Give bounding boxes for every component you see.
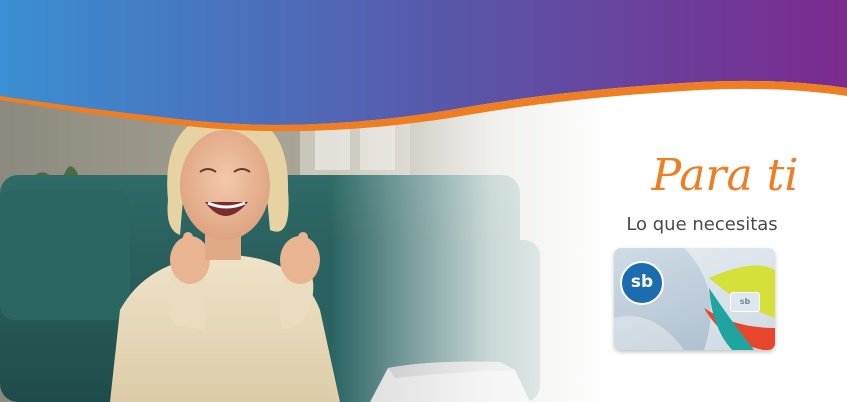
banner-subtitle: Lo que necesitas bbox=[626, 214, 778, 235]
sb-card-image: sb sb bbox=[614, 248, 775, 350]
card-mini-badge: sb bbox=[730, 292, 760, 312]
banner-title: Para ti bbox=[651, 150, 799, 201]
header-wave bbox=[0, 0, 847, 132]
promo-banner[interactable]: Para ti Lo que necesitas sb sb bbox=[0, 0, 847, 402]
sb-logo: sb bbox=[620, 261, 664, 305]
